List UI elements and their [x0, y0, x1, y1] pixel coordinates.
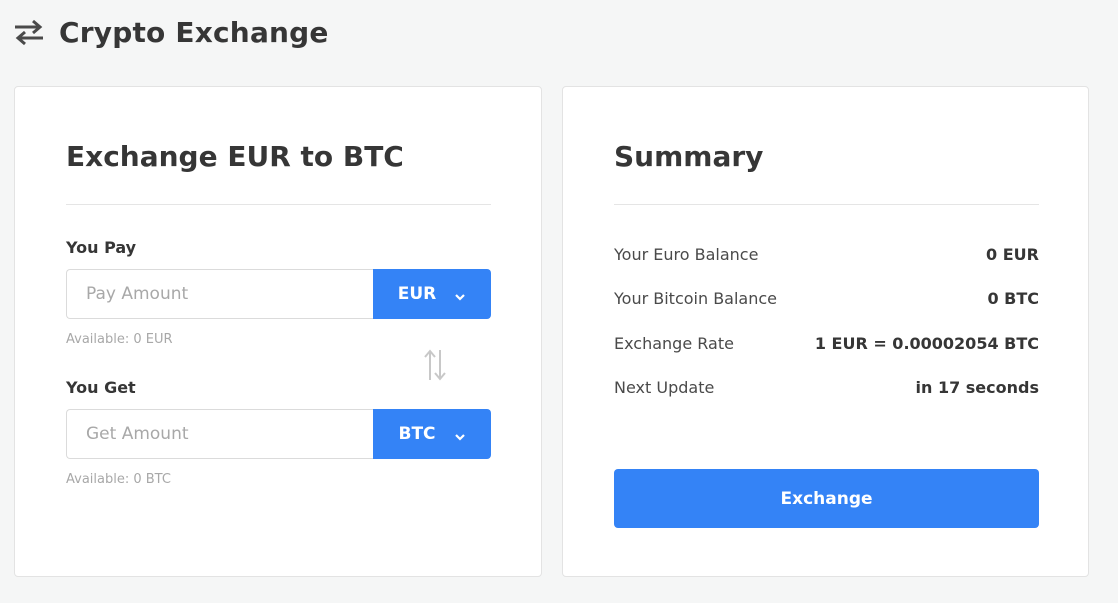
summary-label: Your Euro Balance [614, 245, 759, 264]
summary-value: in 17 seconds [915, 378, 1040, 397]
summary-value: 1 EUR = 0.00002054 BTC [814, 334, 1039, 353]
get-label: You Get [66, 378, 136, 397]
get-amount-input[interactable] [66, 409, 373, 459]
exchange-card-title: Exchange EUR to BTC [66, 140, 404, 173]
pay-input-group: EUR [66, 269, 491, 319]
summary-row-next-update: Next Update in 17 seconds [614, 378, 1039, 397]
summary-row-bitcoin-balance: Your Bitcoin Balance 0 BTC [614, 289, 1039, 308]
summary-row-exchange-rate: Exchange Rate 1 EUR = 0.00002054 BTC [614, 334, 1039, 353]
pay-currency-select[interactable]: EUR [373, 269, 491, 319]
chevron-down-icon [454, 428, 466, 441]
summary-label: Next Update [614, 378, 715, 397]
summary-card: Summary Your Euro Balance 0 EUR Your Bit… [562, 86, 1089, 577]
pay-label: You Pay [66, 238, 137, 257]
chevron-down-icon [454, 288, 466, 301]
exchange-button[interactable]: Exchange [614, 469, 1039, 528]
summary-label: Your Bitcoin Balance [614, 289, 778, 308]
get-currency-label: BTC [398, 424, 436, 444]
page-title: Crypto Exchange [59, 15, 329, 49]
page-header: Crypto Exchange [13, 12, 329, 52]
summary-value: 0 EUR [986, 245, 1039, 264]
divider [614, 204, 1039, 205]
summary-value: 0 BTC [987, 289, 1039, 308]
pay-available-text: Available: 0 EUR [66, 332, 173, 347]
pay-currency-label: EUR [397, 284, 437, 304]
pay-amount-input[interactable] [66, 269, 373, 319]
get-currency-select[interactable]: BTC [373, 409, 491, 459]
swap-arrows-icon [13, 18, 45, 46]
divider [66, 204, 491, 205]
exchange-card: Exchange EUR to BTC You Pay EUR Availabl… [14, 86, 542, 577]
summary-card-title: Summary [614, 140, 764, 173]
summary-row-euro-balance: Your Euro Balance 0 EUR [614, 245, 1039, 264]
summary-label: Exchange Rate [614, 334, 734, 353]
get-input-group: BTC [66, 409, 491, 459]
swap-vertical-icon[interactable] [421, 348, 449, 382]
get-available-text: Available: 0 BTC [66, 472, 171, 487]
